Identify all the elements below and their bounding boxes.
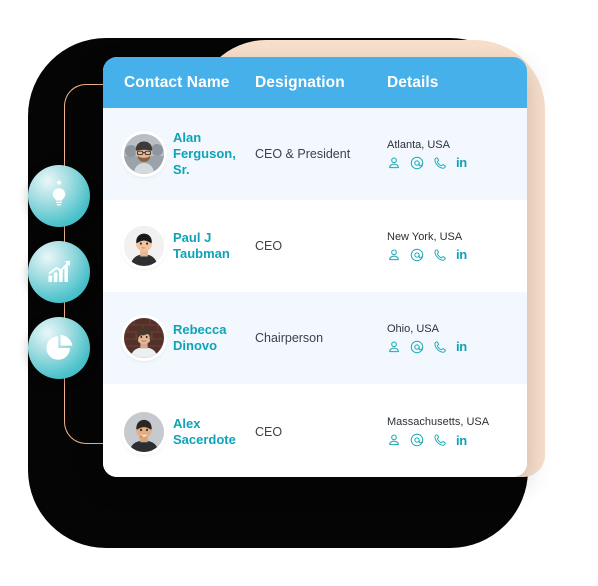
contact-actions: in [387, 340, 517, 354]
designation: CEO [255, 424, 283, 439]
contact-actions: in [387, 248, 517, 262]
designation: CEO [255, 239, 283, 253]
avatar [124, 318, 164, 358]
contact-name-line1: Alex [173, 415, 201, 431]
location-text: Atlanta, USA [387, 138, 450, 151]
contact-person-icon[interactable] [387, 340, 401, 354]
linkedin-icon[interactable]: in [456, 156, 467, 169]
contact-name: Paul J Taubman [173, 230, 230, 262]
linkedin-icon[interactable]: in [456, 340, 467, 353]
location-text: Massachusetts, USA [387, 416, 490, 428]
contact-name: Rebecca Dinovo [173, 322, 226, 354]
details-cell: Massachusetts, USA in [387, 416, 517, 447]
location-text: Ohio, USA [387, 322, 439, 335]
avatar [124, 226, 164, 266]
feature-icon-rail [28, 165, 104, 379]
column-header-contact-name: Contact Name [124, 73, 230, 91]
location-text: New York, USA [387, 230, 463, 243]
column-header-details: Details [387, 73, 439, 91]
phone-icon[interactable] [433, 248, 447, 262]
contact-name-line2: Ferguson, Sr. [173, 146, 236, 177]
table-row[interactable]: Rebecca Dinovo Chairperson Ohio, USA in [103, 292, 527, 384]
table-row[interactable]: Alan Ferguson, Sr. CEO & President Atlan… [103, 108, 527, 200]
contact-name: Alex Sacerdote [173, 416, 236, 448]
details-cell: New York, USA in [387, 231, 517, 262]
contact-actions: in [387, 156, 517, 170]
phone-icon[interactable] [433, 340, 447, 354]
contact-name-line1: Alan [173, 130, 202, 146]
contact-name: Alan Ferguson, Sr. [173, 130, 255, 178]
pie-chart-icon[interactable] [28, 317, 90, 379]
contact-name-cell: Paul J Taubman [103, 226, 255, 266]
contact-name-cell: Rebecca Dinovo [103, 318, 255, 358]
table-row[interactable]: Alex Sacerdote CEO Massachusetts, USA in [103, 384, 527, 477]
column-header-designation: Designation [255, 73, 345, 91]
contact-name-cell: Alan Ferguson, Sr. [103, 130, 255, 178]
table-header: Contact Name Designation Details [103, 57, 527, 108]
email-icon[interactable] [410, 248, 424, 262]
contact-name-line1: Rebecca [173, 322, 227, 338]
table-body: Alan Ferguson, Sr. CEO & President Atlan… [103, 108, 527, 477]
avatar [124, 411, 164, 452]
growth-chart-icon[interactable] [28, 241, 90, 303]
contact-actions: in [387, 433, 517, 447]
email-icon[interactable] [410, 433, 424, 447]
contact-name-line2: Sacerdote [173, 431, 236, 447]
email-icon[interactable] [410, 340, 424, 354]
details-cell: Ohio, USA in [387, 323, 517, 354]
contact-name-line2: Dinovo [173, 338, 218, 353]
avatar [124, 133, 164, 174]
contact-name-cell: Alex Sacerdote [103, 411, 255, 452]
contact-name-line1: Paul J [173, 230, 212, 246]
illustration-stage: Contact Name Designation Details Alan Fe… [0, 0, 598, 586]
table-row[interactable]: Paul J Taubman CEO New York, USA in [103, 200, 527, 292]
phone-icon[interactable] [433, 433, 447, 447]
linkedin-icon[interactable]: in [456, 434, 467, 447]
contact-person-icon[interactable] [387, 156, 401, 170]
contact-person-icon[interactable] [387, 433, 401, 447]
contacts-card: Contact Name Designation Details Alan Fe… [103, 57, 527, 477]
linkedin-icon[interactable]: in [456, 248, 467, 261]
idea-lightbulb-icon[interactable] [28, 165, 90, 227]
email-icon[interactable] [410, 156, 424, 170]
designation: Chairperson [255, 331, 324, 345]
details-cell: Atlanta, USA in [387, 139, 517, 170]
designation: CEO & President [255, 147, 351, 161]
phone-icon[interactable] [433, 156, 447, 170]
contact-name-line2: Taubman [173, 246, 230, 261]
contact-person-icon[interactable] [387, 248, 401, 262]
